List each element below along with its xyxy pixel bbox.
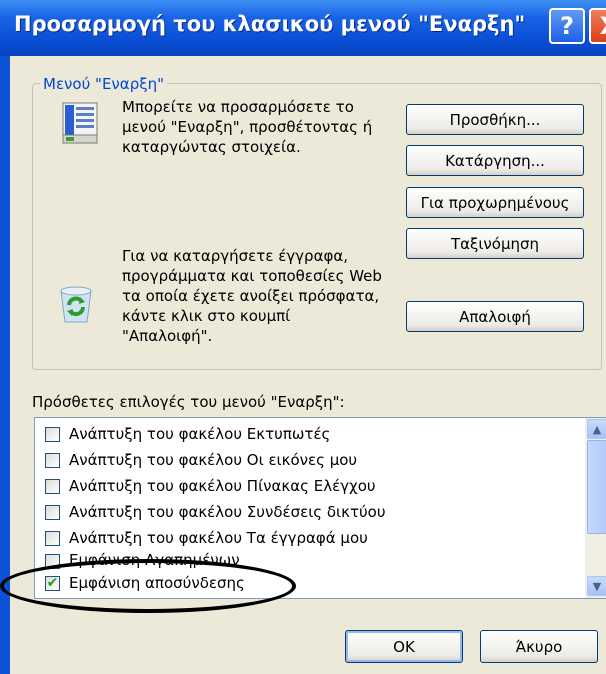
customize-description: Μπορείτε να προσαρμόσετε το μενού "Εναρξ…: [122, 97, 372, 157]
dialog-window: Προσαρμογή του κλασικού μενού "Εναρξη" ?…: [0, 0, 606, 674]
scroll-down-icon[interactable]: ▼: [587, 576, 606, 596]
recycle-bin-icon: [56, 281, 96, 325]
option-row[interactable]: Ανάπτυξη του φακέλου Τα έγγραφά μου: [35, 525, 368, 551]
highlight-ellipse: [0, 559, 296, 613]
customize-description-line: μενού "Εναρξη", προσθέτοντας ή: [122, 118, 373, 136]
option-checkbox[interactable]: [45, 530, 60, 546]
clear-button[interactable]: Απαλοιφή: [406, 301, 584, 332]
scroll-up-icon[interactable]: ▲: [587, 419, 606, 439]
option-checkbox[interactable]: [45, 426, 60, 442]
option-label: Ανάπτυξη του φακέλου Εκτυπωτές: [69, 425, 331, 443]
clear-description-line: "Απαλοιφή".: [122, 327, 213, 345]
clear-description: Για να καταργήσετε έγγραφα, προγράμματα …: [122, 246, 382, 346]
option-checkbox[interactable]: [45, 478, 60, 494]
title-bar[interactable]: Προσαρμογή του κλασικού μενού "Εναρξη" ?…: [0, 0, 606, 56]
close-button[interactable]: X: [589, 8, 606, 44]
option-row[interactable]: Ανάπτυξη του φακέλου Οι εικόνες μου: [35, 447, 357, 473]
help-button[interactable]: ?: [549, 8, 585, 44]
remove-button[interactable]: Κατάργηση...: [406, 145, 584, 176]
start-menu-list-icon: [62, 102, 98, 144]
scroll-thumb[interactable]: [587, 440, 606, 534]
ok-button[interactable]: OK: [345, 630, 463, 663]
customize-description-line: καταργώντας στοιχεία.: [122, 138, 301, 156]
clear-description-line: τα οποία έχετε ανοίξει πρόσφατα,: [122, 287, 380, 305]
option-checkbox[interactable]: [45, 452, 60, 468]
option-checkbox[interactable]: [45, 504, 60, 520]
option-label: Ανάπτυξη του φακέλου Οι εικόνες μου: [69, 451, 358, 469]
clear-description-line: κάντε κλικ στο κουμπί: [122, 307, 291, 325]
customize-description-line: Μπορείτε να προσαρμόσετε το: [122, 98, 354, 116]
groupbox-legend: Μενού "Εναρξη": [40, 75, 167, 93]
add-button[interactable]: Προσθήκη...: [406, 104, 584, 135]
option-label: Ανάπτυξη του φακέλου Τα έγγραφά μου: [69, 529, 368, 547]
option-row[interactable]: Ανάπτυξη του φακέλου Εκτυπωτές: [35, 421, 330, 447]
option-row[interactable]: Ανάπτυξη του φακέλου Πίνακας Ελέγχου: [35, 473, 376, 499]
window-title: Προσαρμογή του κλασικού μενού "Εναρξη": [14, 12, 526, 36]
sort-button[interactable]: Ταξινόμηση: [406, 228, 584, 259]
clear-description-line: Για να καταργήσετε έγγραφα,: [122, 247, 349, 265]
cancel-button[interactable]: Άκυρο: [480, 630, 598, 663]
listbox-scrollbar[interactable]: ▲ ▼: [585, 418, 606, 598]
clear-description-line: προγράμματα και τοποθεσίες Web: [122, 267, 382, 285]
option-label: Ανάπτυξη του φακέλου Συνδέσεις δικτύου: [69, 503, 386, 521]
options-label: Πρόσθετες επιλογές του μενού "Εναρξη":: [32, 393, 345, 411]
option-label: Ανάπτυξη του φακέλου Πίνακας Ελέγχου: [69, 477, 376, 495]
advanced-button[interactable]: Για προχωρημένους: [406, 187, 584, 218]
option-row[interactable]: Ανάπτυξη του φακέλου Συνδέσεις δικτύου: [35, 499, 386, 525]
